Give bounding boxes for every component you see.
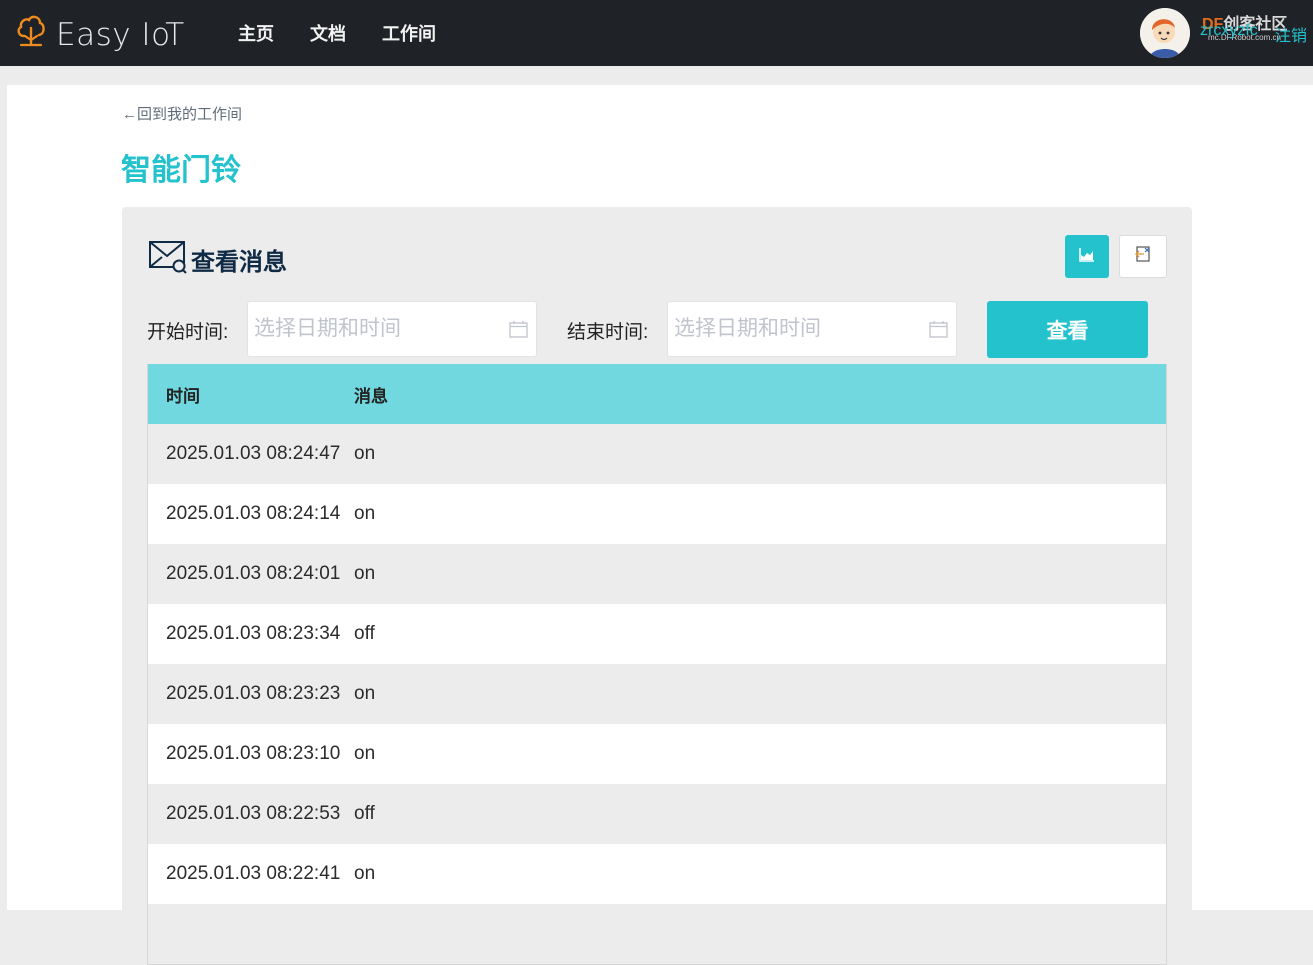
row-message: off (354, 803, 375, 824)
table-row: 2025.01.03 08:24:01 on (148, 544, 1166, 604)
end-time-picker[interactable] (667, 301, 957, 357)
table-row: 2025.01.03 08:24:14 on (148, 484, 1166, 544)
chart-icon (1079, 247, 1095, 267)
table-header: 时间 消息 (148, 364, 1166, 424)
top-navbar: Easy IoT 主页 文档 工作间 DF创客社区 mc.DFRobot.com… (0, 0, 1313, 66)
row-message: on (354, 743, 376, 764)
table-row: 2025.01.03 08:23:34 off (148, 604, 1166, 664)
card-header: 查看消息 (149, 240, 287, 279)
end-time-input[interactable] (668, 302, 908, 356)
row-message: on (354, 863, 376, 884)
messages-card: 查看消息 开始时间: 选择日期和时间 结束时间: 选择日期和时间 查看 时间 消… (122, 207, 1192, 965)
export-icon (1134, 245, 1152, 268)
page-title: 智能门铃 (121, 154, 241, 187)
row-message: on (354, 563, 376, 584)
row-message: on (354, 443, 376, 464)
user-area: DF创客社区 mc.DFRobot.com.cn zrcxyzfc 注销 (1140, 7, 1313, 59)
end-time-label: 结束时间: (567, 322, 649, 343)
row-time: 2025.01.03 08:23:10 (166, 743, 341, 764)
row-message: on (354, 503, 376, 524)
row-time: 2025.01.03 08:24:14 (166, 503, 341, 524)
app-logo[interactable]: Easy IoT (16, 14, 185, 55)
export-button[interactable] (1119, 235, 1167, 278)
row-message: on (354, 683, 376, 704)
chart-view-button[interactable] (1065, 235, 1109, 278)
nav-home[interactable]: 主页 (238, 20, 274, 46)
app-name: Easy IoT (56, 16, 185, 53)
messages-table: 时间 消息 2025.01.03 08:24:47 on 2025.01.03 0… (147, 364, 1167, 965)
table-body: 2025.01.03 08:24:47 on 2025.01.03 08:24:1… (148, 424, 1166, 964)
row-time: 2025.01.03 08:24:01 (166, 563, 341, 584)
table-row: 2025.01.03 08:22:53 off (148, 784, 1166, 844)
row-time: 2025.01.03 08:22:41 (166, 863, 341, 884)
card-title: 查看消息 (191, 249, 287, 276)
start-time-picker[interactable] (247, 301, 537, 357)
table-row: 2025.01.03 08:22:41 on (148, 844, 1166, 904)
table-row: 2025.01.03 08:23:23 on (148, 664, 1166, 724)
logout-link[interactable]: 注销 (1275, 22, 1307, 46)
main-nav: 主页 文档 工作间 (238, 20, 472, 46)
row-time: 2025.01.03 08:23:34 (166, 623, 341, 644)
cloud-tree-icon (16, 14, 46, 55)
calendar-icon[interactable] (929, 320, 948, 343)
row-time: 2025.01.03 08:24:47 (166, 443, 341, 464)
column-header-message: 消息 (354, 386, 388, 406)
row-message: off (354, 623, 375, 644)
column-header-time: 时间 (166, 386, 200, 406)
nav-docs[interactable]: 文档 (310, 20, 346, 46)
avatar[interactable] (1140, 8, 1190, 58)
table-row: 2025.01.03 08:24:47 on (148, 424, 1166, 484)
username-link[interactable]: zrcxyzfc (1200, 22, 1258, 40)
start-time-input[interactable] (248, 302, 488, 356)
back-to-workspace-link[interactable]: ←回到我的工作间 (122, 103, 242, 124)
row-time: 2025.01.03 08:22:53 (166, 803, 341, 824)
table-row-partial (148, 904, 1166, 964)
calendar-icon[interactable] (509, 320, 528, 343)
table-row: 2025.01.03 08:23:10 on (148, 724, 1166, 784)
page-content: ←回到我的工作间 智能门铃 查看消息 开始时间: 选择日期和时间 结束时间: 选… (7, 85, 1313, 965)
query-button[interactable]: 查看 (987, 301, 1148, 358)
nav-workspace[interactable]: 工作间 (382, 20, 436, 46)
mail-search-icon (149, 240, 187, 279)
row-time: 2025.01.03 08:23:23 (166, 683, 341, 704)
start-time-label: 开始时间: (147, 322, 229, 343)
